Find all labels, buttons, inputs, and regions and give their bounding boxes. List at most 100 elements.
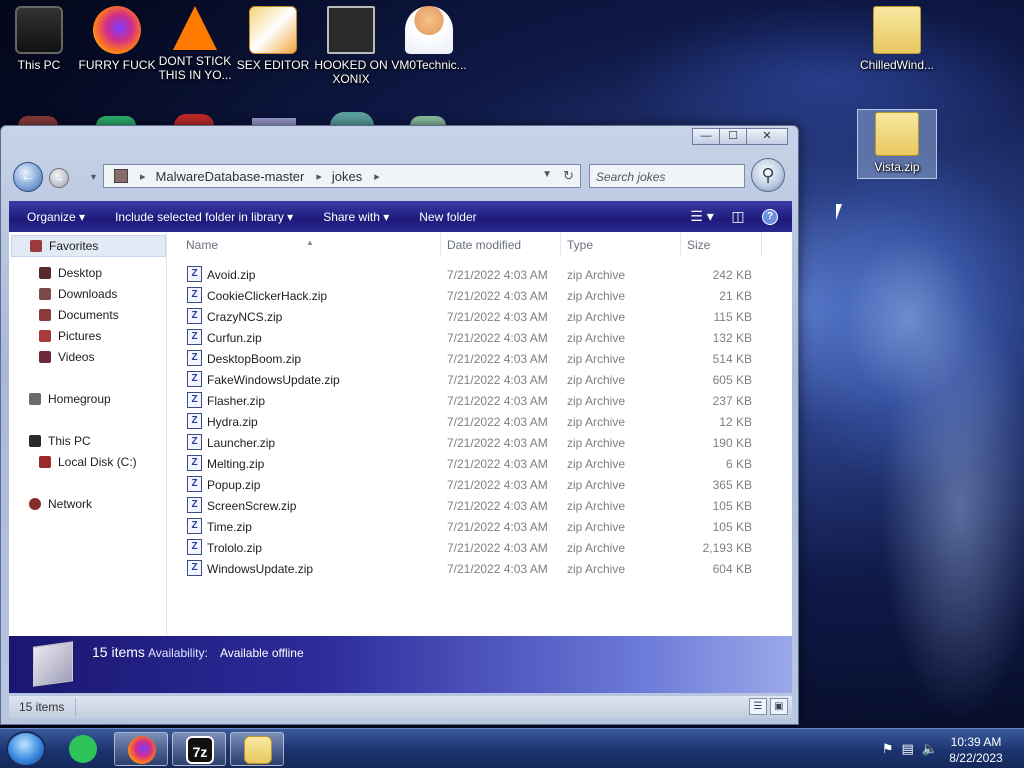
file-row[interactable]: Z CookieClickerHack.zip 7/21/2022 4:03 AM z…	[168, 285, 792, 306]
sort-ascending-icon: ▲	[306, 238, 314, 247]
nav-this-pc[interactable]: This PC	[29, 434, 91, 448]
this-pc-icon	[15, 6, 63, 54]
help-icon[interactable]: ?	[762, 208, 778, 225]
content-area: Favorites Desktop Downloads Documents Pi…	[9, 232, 792, 636]
desktop-icon-hxd[interactable]: SEX EDITOR	[234, 6, 312, 72]
messaging-app-icon	[69, 735, 97, 763]
nav-homegroup[interactable]: Homegroup	[29, 392, 111, 406]
column-divider[interactable]	[440, 232, 441, 256]
file-size: 12 KB	[719, 415, 752, 429]
folder-icon	[244, 736, 272, 764]
column-divider[interactable]	[680, 232, 681, 256]
breadcrumb-malwaredatabase[interactable]: MalwareDatabase-master	[156, 169, 305, 184]
chevron-right-icon[interactable]: ▸	[374, 170, 380, 183]
file-type: zip Archive	[567, 499, 626, 513]
column-size[interactable]: Size	[687, 238, 710, 252]
zip-archive-icon: Z	[187, 392, 202, 408]
taskbar-app-7zip[interactable]: 7z	[172, 732, 226, 766]
file-row[interactable]: Z Flasher.zip 7/21/2022 4:03 AM zip Archive…	[168, 390, 792, 411]
minimize-button[interactable]: —	[692, 128, 720, 145]
view-options-icon[interactable]: ☰ ▾	[690, 208, 714, 225]
mouse-cursor-icon	[836, 204, 842, 220]
column-date[interactable]: Date modified	[447, 238, 521, 252]
file-row[interactable]: Z ScreenScrew.zip 7/21/2022 4:03 AM zip Arc…	[168, 495, 792, 516]
file-row[interactable]: Z DesktopBoom.zip 7/21/2022 4:03 AM zip Arc…	[168, 348, 792, 369]
desktop-icon-vm0technic[interactable]: VM0Technic...	[390, 6, 468, 72]
desktop-icon-this-pc[interactable]: This PC	[0, 6, 78, 72]
details-view-button[interactable]: ☰	[749, 698, 767, 715]
nav-item-label: Desktop	[58, 266, 103, 280]
explorer-window[interactable]: — ☐ ✕ ← → ▼ ▸ MalwareDatabase-master ▸ j…	[0, 125, 799, 725]
search-input[interactable]: Search jokes	[589, 164, 745, 188]
desktop-icon-vista-zip[interactable]: Vista.zip	[857, 109, 937, 179]
file-size: 105 KB	[712, 499, 752, 513]
share-with-menu[interactable]: Share with ▾	[323, 210, 389, 224]
include-in-library-menu[interactable]: Include selected folder in library ▾	[115, 210, 293, 224]
zip-archive-icon: Z	[187, 518, 202, 534]
maximize-button[interactable]: ☐	[719, 128, 747, 145]
volume-icon[interactable]: 🔈	[922, 741, 938, 757]
nav-downloads[interactable]: Downloads	[39, 287, 117, 301]
forward-button[interactable]: →	[49, 168, 69, 188]
zip-archive-icon: Z	[187, 266, 202, 282]
breadcrumb-jokes[interactable]: jokes	[332, 169, 362, 184]
column-name[interactable]: Name	[186, 238, 218, 252]
chevron-right-icon[interactable]: ▸	[316, 170, 322, 183]
desktop-icon-label: Vista.zip	[874, 160, 920, 174]
file-date: 7/21/2022 4:03 AM	[447, 520, 548, 534]
search-button[interactable]: ⚲	[751, 158, 785, 192]
desktop-icon-xonix[interactable]: HOOKED ON XONIX	[312, 6, 390, 86]
clock[interactable]: 10:39 AM 8/22/2023	[946, 734, 1006, 766]
new-folder-button[interactable]: New folder	[419, 210, 476, 224]
nav-favorites[interactable]: Favorites	[11, 235, 166, 257]
recent-locations-dropdown[interactable]: ▼	[89, 172, 98, 182]
close-button[interactable]: ✕	[746, 128, 788, 145]
chevron-down-icon[interactable]: ▼	[542, 169, 552, 180]
desktop-icon-firefox[interactable]: FURRY FUCK	[78, 6, 156, 72]
file-row[interactable]: Z Trololo.zip 7/21/2022 4:03 AM zip Archive…	[168, 537, 792, 558]
file-row[interactable]: Z CrazyNCS.zip 7/21/2022 4:03 AM zip Archiv…	[168, 306, 792, 327]
nav-local-disk[interactable]: Local Disk (C:)	[39, 455, 137, 469]
column-type[interactable]: Type	[567, 238, 593, 252]
zip-archive-icon: Z	[187, 434, 202, 450]
file-row[interactable]: Z Launcher.zip 7/21/2022 4:03 AM zip Archiv…	[168, 432, 792, 453]
file-type: zip Archive	[567, 394, 626, 408]
chevron-right-icon[interactable]: ▸	[140, 170, 146, 183]
file-row[interactable]: Z Hydra.zip 7/21/2022 4:03 AM zip Archive 12…	[168, 411, 792, 432]
folder-thumbnail-icon	[33, 641, 73, 687]
start-button[interactable]	[6, 731, 46, 767]
nav-videos[interactable]: Videos	[39, 350, 94, 364]
file-name: Popup.zip	[207, 478, 261, 492]
nav-documents[interactable]: Documents	[39, 308, 119, 322]
homegroup-icon	[29, 393, 41, 405]
organize-menu[interactable]: Organize ▾	[27, 210, 85, 224]
taskbar-app-firefox[interactable]	[114, 732, 168, 766]
address-bar[interactable]: ▸ MalwareDatabase-master ▸ jokes ▸ ▼ ↻	[103, 164, 581, 188]
back-button[interactable]: ←	[13, 162, 43, 192]
file-row[interactable]: Z Curfun.zip 7/21/2022 4:03 AM zip Archive 1…	[168, 327, 792, 348]
action-center-flag-icon[interactable]: ⚑	[882, 741, 894, 757]
file-row[interactable]: Z Popup.zip 7/21/2022 4:03 AM zip Archive 36…	[168, 474, 792, 495]
file-row[interactable]: Z Time.zip 7/21/2022 4:03 AM zip Archive 105…	[168, 516, 792, 537]
desktop-icon-label: ChilledWind...	[859, 58, 935, 72]
refresh-icon[interactable]: ↻	[563, 168, 574, 184]
clock-date: 8/22/2023	[949, 751, 1003, 765]
column-divider[interactable]	[560, 232, 561, 256]
taskbar: 7z ⚑ ▤ 🔈 10:39 AM 8/22/2023	[0, 728, 1024, 768]
desktop-icon-vlc[interactable]: DONT STICK THIS IN YO...	[156, 6, 234, 82]
nav-desktop[interactable]: Desktop	[39, 266, 102, 280]
taskbar-app-explorer[interactable]	[230, 732, 284, 766]
large-icons-view-button[interactable]: ▣	[770, 698, 788, 715]
network-tray-icon[interactable]: ▤	[902, 741, 914, 757]
nav-pictures[interactable]: Pictures	[39, 329, 101, 343]
desktop-icon-chilledwind[interactable]: ChilledWind...	[858, 6, 936, 72]
column-divider[interactable]	[761, 232, 762, 256]
file-row[interactable]: Z Melting.zip 7/21/2022 4:03 AM zip Archive…	[168, 453, 792, 474]
taskbar-app-green[interactable]	[56, 732, 110, 766]
drive-icon	[39, 456, 51, 468]
file-row[interactable]: Z Avoid.zip 7/21/2022 4:03 AM zip Archive 24…	[168, 264, 792, 285]
file-row[interactable]: Z FakeWindowsUpdate.zip 7/21/2022 4:03 AM z…	[168, 369, 792, 390]
preview-pane-icon[interactable]: ◫	[726, 208, 750, 225]
file-row[interactable]: Z WindowsUpdate.zip 7/21/2022 4:03 AM zip A…	[168, 558, 792, 579]
nav-network[interactable]: Network	[29, 497, 92, 511]
